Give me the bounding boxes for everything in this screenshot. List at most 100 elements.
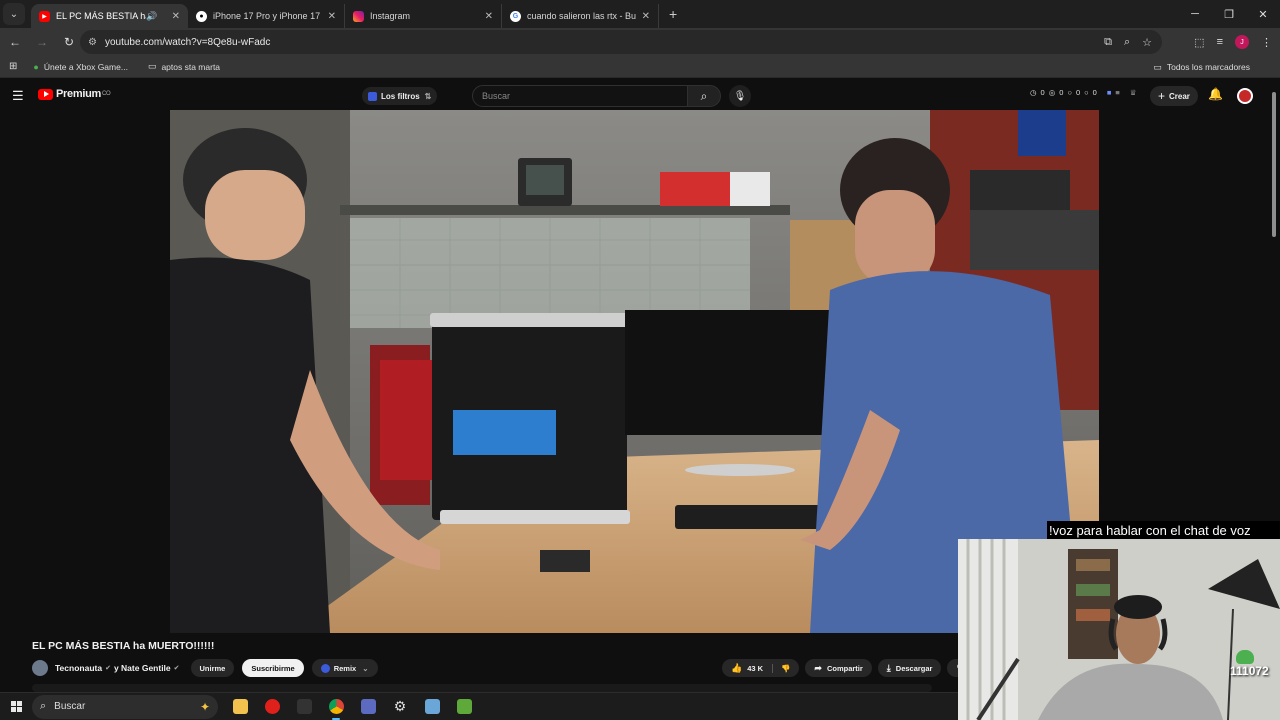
- tab-title: iPhone 17 Pro y iPhone 17 Pro Max: [213, 11, 322, 21]
- logo-text: Premium: [56, 88, 101, 100]
- new-tab-icon[interactable]: +: [669, 6, 677, 22]
- circle-icon: ○: [1067, 88, 1072, 97]
- thumbs-down-icon[interactable]: 👎: [772, 663, 790, 673]
- chrome-icon: [328, 699, 344, 714]
- tab-youtube-video[interactable]: ▶ EL PC MÁS BESTIA ha MUERTO!!!!!! 🔊 ✕: [31, 4, 188, 28]
- download-label: Descargar: [895, 663, 933, 673]
- circle-icon: ○: [1084, 88, 1089, 97]
- bookmark-folder-aptos[interactable]: ▭ aptos sta marta: [148, 61, 220, 72]
- remix-button[interactable]: Remix ⌄: [311, 659, 378, 677]
- channel-row: Tecnonauta ✔ y Nate Gentile ✔ Unirme Sus…: [32, 658, 378, 678]
- profile-avatar[interactable]: J: [1235, 35, 1249, 49]
- channel-name[interactable]: Tecnonauta: [55, 663, 102, 673]
- search-button[interactable]: ⌕: [687, 85, 721, 107]
- download-icon: ⤓: [886, 662, 891, 673]
- tab-title: cuando salieron las rtx - Buscar con Goo…: [527, 11, 636, 21]
- browser-tabstrip: ⌄ ▶ EL PC MÁS BESTIA ha MUERTO!!!!!! 🔊 ✕…: [0, 0, 1280, 28]
- all-bookmarks-button[interactable]: ▭ Todos los marcadores: [1153, 56, 1250, 78]
- youtube-premium-logo[interactable]: Premium CO: [38, 88, 111, 100]
- taskbar-chrome[interactable]: [320, 693, 352, 720]
- search-input[interactable]: Buscar: [472, 85, 688, 107]
- restore-icon[interactable]: ❐: [1212, 0, 1246, 28]
- screen: ⌄ ▶ EL PC MÁS BESTIA ha MUERTO!!!!!! 🔊 ✕…: [0, 0, 1280, 720]
- webcam-overlay: [958, 539, 1280, 720]
- taskbar-file-explorer[interactable]: [224, 693, 256, 720]
- zoom-icon[interactable]: ⌕: [1124, 36, 1130, 49]
- address-bar[interactable]: ⚙ youtube.com/watch?v=8Qe8u-wFadc ⧉ ⌕ ☆: [80, 30, 1162, 54]
- bookmark-label: aptos sta marta: [161, 61, 221, 72]
- bookmarks-bar: ⊞ ● Únete a Xbox Game... ▭ aptos sta mar…: [0, 56, 1280, 78]
- frog-emote-icon: [1236, 650, 1254, 664]
- site-info-icon[interactable]: ⚙: [88, 37, 97, 48]
- url-text: youtube.com/watch?v=8Qe8u-wFadc: [104, 36, 271, 48]
- eye-icon: ◎: [1048, 88, 1056, 97]
- close-window-icon[interactable]: ✕: [1246, 0, 1280, 28]
- minimize-icon[interactable]: ─: [1178, 0, 1212, 28]
- remix-label: Remix: [333, 663, 357, 673]
- plus-icon: +: [1158, 89, 1166, 103]
- menu-dots-icon[interactable]: ⋮: [1261, 36, 1272, 49]
- close-icon[interactable]: ✕: [485, 11, 493, 22]
- folder-icon: ▭: [1153, 61, 1162, 72]
- taskbar-calculator[interactable]: [416, 693, 448, 720]
- cube-icon: [456, 699, 472, 714]
- download-button[interactable]: ⤓ Descargar: [877, 659, 942, 677]
- bookmark-star-icon[interactable]: ☆: [1142, 36, 1152, 49]
- counter-value: 0: [1040, 88, 1045, 97]
- extensions-icon[interactable]: ⬚: [1194, 36, 1204, 49]
- instagram-icon: [353, 10, 364, 22]
- page-scrollbar[interactable]: [1270, 86, 1278, 237]
- close-icon[interactable]: ✕: [642, 11, 650, 22]
- filters-extension-button[interactable]: Los filtros ⇅: [362, 87, 438, 105]
- menu-icon[interactable]: ☰: [12, 88, 24, 104]
- taskbar-minecraft[interactable]: [448, 693, 480, 720]
- video-title: EL PC MÁS BESTIA ha MUERTO!!!!!!: [32, 640, 215, 652]
- reload-icon[interactable]: ↻: [57, 30, 81, 54]
- all-bookmarks-label: Todos los marcadores: [1166, 62, 1250, 72]
- bookmark-xbox[interactable]: ● Únete a Xbox Game...: [33, 62, 128, 72]
- notifications-bell-icon[interactable]: 🔔: [1208, 87, 1223, 101]
- calculator-icon: [424, 699, 440, 714]
- speaker-icon[interactable]: 🔊: [146, 11, 157, 22]
- taskbar-media-app[interactable]: [352, 693, 384, 720]
- subscribe-button[interactable]: Suscribirme: [242, 659, 304, 677]
- user-avatar[interactable]: [1237, 88, 1253, 104]
- trophy-icon: ♕: [1129, 88, 1137, 97]
- create-label: Crear: [1169, 91, 1190, 101]
- xbox-icon: ●: [33, 61, 39, 72]
- back-icon[interactable]: ←: [3, 30, 27, 54]
- taskbar-search[interactable]: ⌕ Buscar ✦: [32, 694, 218, 719]
- taskbar-game-app[interactable]: [288, 693, 320, 720]
- close-icon[interactable]: ✕: [172, 11, 180, 22]
- tab-instagram[interactable]: Instagram ✕: [345, 4, 502, 28]
- description-box[interactable]: [32, 684, 932, 692]
- scrollbar-thumb[interactable]: [1272, 92, 1276, 237]
- join-button[interactable]: Unirme: [190, 659, 235, 677]
- game-launcher-icon: [296, 699, 312, 714]
- collaborator-name[interactable]: y Nate Gentile: [114, 663, 171, 673]
- apps-grid-icon[interactable]: ⊞: [9, 61, 17, 72]
- media-app-icon: [360, 699, 376, 714]
- like-button[interactable]: 👍 43 K 👎: [722, 659, 800, 677]
- extension-counters[interactable]: ◷ 0 ◎ 0 ○ 0 ○ 0 ■ ≡ ♕: [1030, 88, 1137, 97]
- chevron-down-icon: ⌄: [9, 8, 19, 20]
- create-button[interactable]: + Crear: [1150, 86, 1198, 106]
- verified-icon: ✔: [173, 665, 180, 672]
- counter-value: 0: [1075, 88, 1081, 97]
- channel-avatar[interactable]: [32, 660, 48, 676]
- stream-caption: !voz para hablar con el chat de voz: [1047, 521, 1280, 539]
- cast-icon[interactable]: ⧉: [1104, 36, 1112, 49]
- tab-google[interactable]: G cuando salieron las rtx - Buscar con G…: [502, 4, 659, 28]
- voice-search-button[interactable]: 🎙: [729, 85, 751, 107]
- tab-iphone[interactable]: ● iPhone 17 Pro y iPhone 17 Pro Max ✕: [188, 4, 345, 28]
- media-icon[interactable]: ≡: [1217, 36, 1223, 48]
- taskbar-settings[interactable]: ⚙: [384, 693, 416, 720]
- forward-icon[interactable]: →: [30, 30, 54, 54]
- start-button[interactable]: [0, 693, 32, 720]
- taskbar-opera[interactable]: [256, 693, 288, 720]
- close-icon[interactable]: ✕: [328, 11, 336, 22]
- opera-icon: [264, 699, 280, 714]
- share-button[interactable]: ➦ Compartir: [805, 659, 872, 677]
- tab-search-button[interactable]: ⌄: [3, 3, 25, 25]
- folder-icon: [232, 699, 248, 714]
